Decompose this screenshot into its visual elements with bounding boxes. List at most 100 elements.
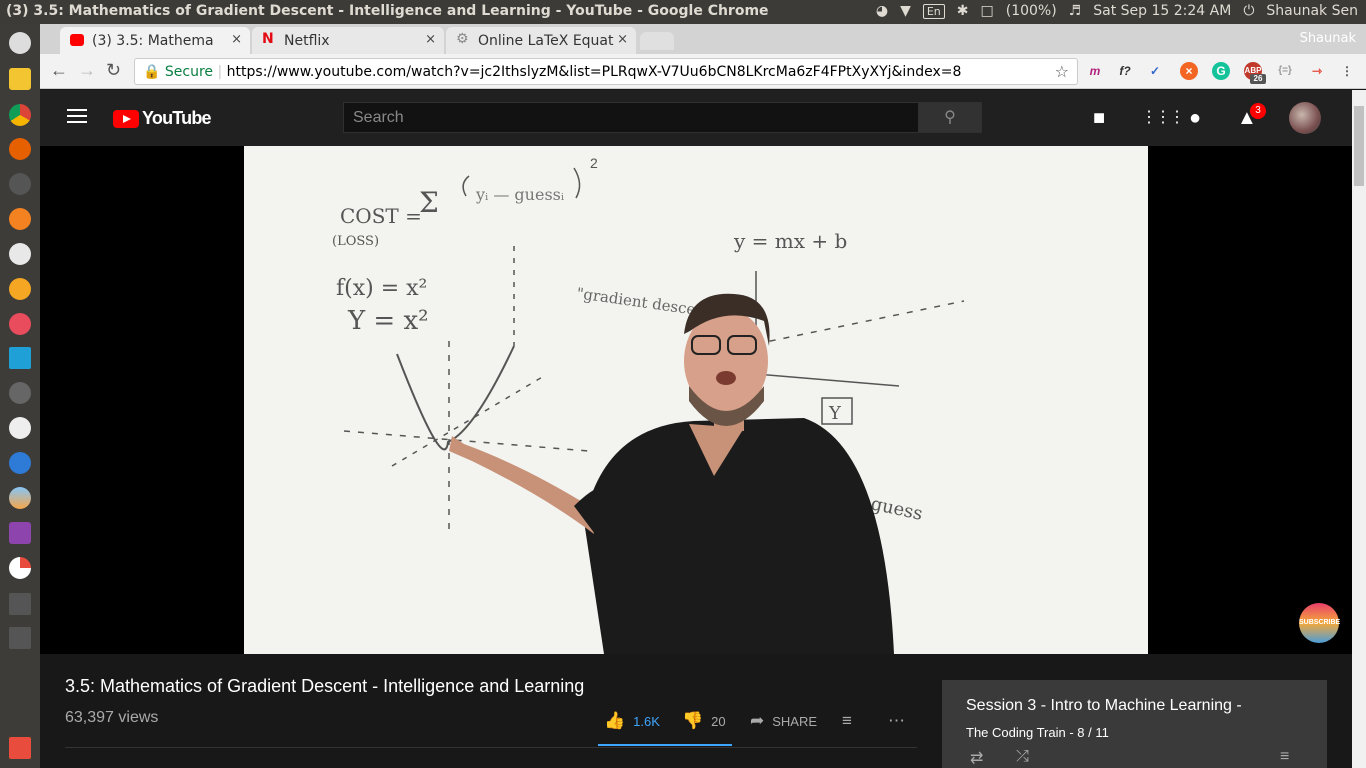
messages-icon[interactable]: ● bbox=[1189, 107, 1201, 129]
notification-badge: 3 bbox=[1250, 103, 1266, 119]
database-icon[interactable] bbox=[9, 382, 31, 404]
like-button[interactable]: 👍 1.6K bbox=[604, 711, 660, 731]
page-scrollbar[interactable] bbox=[1352, 90, 1366, 768]
drive-icon[interactable] bbox=[9, 593, 31, 615]
ubuntu-software-icon[interactable] bbox=[9, 208, 31, 230]
save-playlist-icon[interactable]: ≡ bbox=[1280, 748, 1289, 766]
launcher bbox=[0, 24, 40, 768]
adblock-count: 26 bbox=[1250, 74, 1266, 84]
close-icon[interactable]: × bbox=[425, 32, 436, 47]
chrome-icon[interactable] bbox=[9, 104, 31, 126]
pocket-icon[interactable]: ⇾ bbox=[1308, 62, 1326, 80]
battery-icon[interactable]: □ bbox=[981, 3, 994, 19]
playlist-add-icon: ≡ bbox=[842, 711, 852, 730]
svg-text:yᵢ — guessᵢ: yᵢ — guessᵢ bbox=[475, 185, 564, 204]
grammarly-icon[interactable]: G bbox=[1212, 62, 1230, 80]
thumbs-down-icon: 👎 bbox=[682, 711, 704, 730]
toggle-app-icon[interactable] bbox=[9, 243, 31, 265]
shuffle-icon[interactable]: ⤮ bbox=[1016, 748, 1029, 766]
terminal-icon[interactable] bbox=[9, 173, 31, 195]
r-icon[interactable] bbox=[9, 452, 31, 474]
apps-grid-icon[interactable]: ⋮⋮⋮ bbox=[1141, 107, 1185, 129]
view-count: 63,397 views bbox=[65, 709, 159, 726]
weather-icon[interactable] bbox=[9, 487, 31, 509]
hamburger-menu-icon[interactable] bbox=[67, 109, 87, 125]
avatar[interactable] bbox=[1289, 102, 1321, 134]
mathpix-extension-icon[interactable]: m bbox=[1086, 62, 1104, 80]
firefox-icon[interactable] bbox=[9, 138, 31, 160]
search-input[interactable] bbox=[343, 102, 919, 133]
trash-icon[interactable] bbox=[9, 737, 31, 759]
tab-label: Netflix bbox=[284, 33, 330, 49]
add-to-playlist-button[interactable]: ≡ bbox=[842, 711, 852, 731]
sync-icon[interactable]: ◕ bbox=[876, 3, 888, 19]
more-dots-icon: ⋯ bbox=[888, 711, 905, 730]
tab-latex[interactable]: ⚙ Online LaTeX Equat × bbox=[446, 27, 636, 54]
playlist-subtitle[interactable]: The Coding Train - 8 / 11 bbox=[966, 725, 1109, 740]
bookmark-star-icon[interactable]: ☆ bbox=[1055, 62, 1069, 81]
scrollbar-thumb[interactable] bbox=[1354, 106, 1364, 186]
close-icon[interactable]: × bbox=[231, 32, 242, 47]
subscribe-watermark[interactable]: SUBSCRIBE bbox=[1299, 603, 1340, 643]
menu-dots-icon[interactable]: ⋮ bbox=[1338, 62, 1356, 80]
search-button[interactable]: ⚲ bbox=[918, 102, 982, 133]
create-video-icon[interactable]: ■ bbox=[1093, 107, 1105, 129]
keyboard-layout[interactable]: En bbox=[922, 3, 945, 19]
webstorm-icon[interactable] bbox=[9, 347, 31, 369]
new-tab-button[interactable] bbox=[640, 32, 674, 50]
bluetooth-icon[interactable]: ✱ bbox=[957, 3, 969, 19]
orange-extension-icon[interactable]: × bbox=[1180, 62, 1198, 80]
vpn-extension-icon[interactable]: ✓ bbox=[1146, 62, 1164, 80]
whiteboard-scene: COST = Σ yᵢ — guessᵢ 2 (LOSS) f(x) = x² … bbox=[244, 146, 1148, 654]
divider bbox=[65, 747, 917, 748]
media-player-icon[interactable] bbox=[9, 278, 31, 300]
user-name[interactable]: Shaunak Sen bbox=[1266, 3, 1358, 19]
tab-strip: (3) 3.5: Mathema × N Netflix × ⚙ Online … bbox=[40, 24, 1366, 54]
video-info: 3.5: Mathematics of Gradient Descent - I… bbox=[40, 654, 1352, 768]
share-button[interactable]: ➦ SHARE bbox=[750, 711, 817, 731]
dislike-button[interactable]: 👎 20 bbox=[682, 711, 726, 731]
atom-icon[interactable] bbox=[9, 417, 31, 439]
tab-youtube[interactable]: (3) 3.5: Mathema × bbox=[60, 27, 250, 54]
like-ratio-bar bbox=[598, 744, 732, 746]
loop-icon[interactable]: ⇄ bbox=[970, 748, 983, 768]
code-extension-icon[interactable]: {=} bbox=[1276, 62, 1294, 80]
search-icon: ⚲ bbox=[944, 109, 956, 126]
files-icon[interactable] bbox=[9, 68, 31, 90]
function-extension-icon[interactable]: f? bbox=[1116, 62, 1134, 80]
close-icon[interactable]: × bbox=[617, 32, 628, 47]
battery-level[interactable]: (100%) bbox=[1006, 3, 1057, 19]
forward-icon[interactable]: → bbox=[78, 60, 96, 81]
like-count: 1.6K bbox=[633, 713, 660, 729]
playlist-title[interactable]: Session 3 - Intro to Machine Learning - bbox=[966, 697, 1242, 715]
disk-usage-icon[interactable] bbox=[9, 557, 31, 579]
search-dash-icon[interactable] bbox=[9, 32, 31, 54]
wb-line-eq: y = mx + b bbox=[733, 229, 847, 253]
wb-y-x2: Y = x² bbox=[347, 306, 429, 336]
video-player[interactable]: COST = Σ yᵢ — guessᵢ 2 (LOSS) f(x) = x² … bbox=[40, 146, 1352, 654]
secure-label: Secure bbox=[164, 64, 214, 80]
playlist-panel[interactable]: Session 3 - Intro to Machine Learning - … bbox=[942, 680, 1327, 768]
youtube-favicon-icon bbox=[70, 34, 84, 46]
text-editor-icon[interactable] bbox=[9, 522, 31, 544]
profile-name[interactable]: Shaunak bbox=[1300, 31, 1356, 46]
share-icon: ➦ bbox=[750, 711, 765, 730]
lock-icon: 🔒 bbox=[143, 64, 161, 80]
youtube-logo[interactable]: YouTube bbox=[113, 108, 212, 129]
tab-netflix[interactable]: N Netflix × bbox=[252, 27, 444, 54]
more-actions-button[interactable]: ⋯ bbox=[888, 711, 905, 731]
wifi-icon[interactable]: ▼ bbox=[900, 3, 911, 19]
svg-text:Σ: Σ bbox=[419, 186, 439, 219]
back-icon[interactable]: ← bbox=[50, 60, 68, 81]
gear-favicon-icon: ⚙ bbox=[456, 31, 469, 47]
volume-icon[interactable]: ♬ bbox=[1069, 3, 1082, 19]
drive-icon-2[interactable] bbox=[9, 627, 31, 649]
system-tray: ◕ ▼ En ✱ □ (100%) ♬ Sat Sep 15 2:24 AM ⏻… bbox=[876, 3, 1358, 19]
video-frame[interactable]: COST = Σ yᵢ — guessᵢ 2 (LOSS) f(x) = x² … bbox=[244, 146, 1148, 654]
power-icon[interactable]: ⏻ bbox=[1243, 3, 1254, 19]
tab-label: (3) 3.5: Mathema bbox=[92, 33, 214, 49]
todo-app-icon[interactable] bbox=[9, 313, 31, 335]
reload-icon[interactable]: ↻ bbox=[106, 60, 121, 81]
clock[interactable]: Sat Sep 15 2:24 AM bbox=[1093, 3, 1231, 19]
address-bar[interactable]: 🔒 Secure | https://www.youtube.com/watch… bbox=[134, 58, 1078, 85]
